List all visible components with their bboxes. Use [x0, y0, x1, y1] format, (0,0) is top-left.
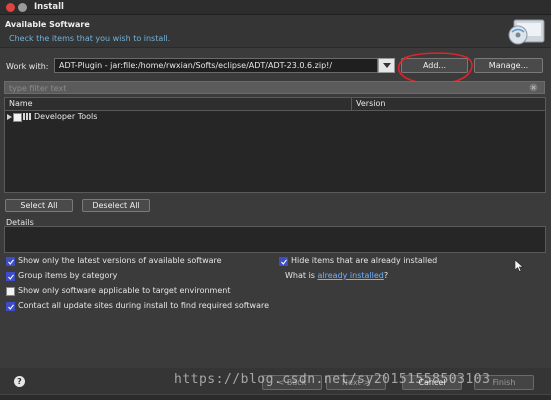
work-with-label: Work with: — [6, 62, 49, 71]
what-is-suffix: ? — [383, 271, 389, 280]
details-box — [4, 226, 546, 253]
target-environment-checkbox[interactable] — [6, 287, 15, 296]
what-is-prefix: What is — [285, 271, 318, 280]
table-header: Name Version — [5, 98, 545, 111]
filter-input[interactable]: type filter text — [4, 81, 545, 94]
hide-installed-checkbox[interactable] — [279, 257, 288, 266]
cd-install-icon — [508, 19, 545, 45]
check-icon — [280, 258, 287, 265]
latest-versions-label: Show only the latest versions of availab… — [18, 256, 222, 265]
check-icon — [7, 258, 14, 265]
watermark-text: https://blog.csdn.net/sy20151558503103 — [174, 372, 491, 387]
table-row[interactable]: Developer Tools — [5, 112, 545, 122]
check-icon — [7, 273, 14, 280]
window-title: Install — [34, 2, 64, 12]
expand-arrow-icon[interactable] — [7, 114, 12, 120]
minimize-window-button[interactable] — [18, 3, 27, 12]
window-titlebar: Install — [0, 0, 551, 15]
latest-versions-checkbox[interactable] — [6, 257, 15, 266]
dialog-header: Available Software Check the items that … — [0, 15, 551, 48]
work-with-combo[interactable]: ADT-Plugin - jar:file:/home/rwxian/Softs… — [54, 58, 378, 73]
deselect-all-button[interactable]: Deselect All — [82, 199, 150, 212]
status-strip — [0, 394, 551, 400]
group-by-category-checkbox[interactable] — [6, 272, 15, 281]
row-name: Developer Tools — [34, 112, 98, 121]
page-subtitle: Check the items that you wish to install… — [9, 34, 171, 43]
clear-filter-icon[interactable] — [529, 83, 538, 92]
already-installed-link[interactable]: already installed — [318, 271, 384, 280]
close-window-button[interactable] — [6, 3, 15, 12]
page-title: Available Software — [5, 20, 90, 29]
check-icon — [7, 303, 14, 310]
mouse-cursor-icon — [515, 260, 524, 272]
hide-installed-label: Hide items that are already installed — [291, 256, 438, 265]
what-is-installed-text: What is already installed? — [285, 271, 388, 280]
target-environment-label: Show only software applicable to target … — [18, 286, 231, 295]
help-icon[interactable]: ? — [14, 376, 25, 387]
column-name[interactable]: Name — [9, 99, 33, 108]
manage-sites-button[interactable]: Manage... — [474, 58, 543, 73]
software-table: Name Version Developer Tools — [4, 97, 546, 193]
work-with-dropdown-button[interactable] — [378, 58, 395, 73]
group-by-category-label: Group items by category — [18, 271, 118, 280]
contact-update-sites-checkbox[interactable] — [6, 302, 15, 311]
column-version[interactable]: Version — [356, 99, 385, 108]
chevron-down-icon — [382, 62, 391, 68]
contact-update-sites-label: Contact all update sites during install … — [18, 301, 270, 310]
category-icon — [23, 113, 31, 120]
select-all-button[interactable]: Select All — [5, 199, 73, 212]
row-checkbox[interactable] — [13, 113, 22, 122]
